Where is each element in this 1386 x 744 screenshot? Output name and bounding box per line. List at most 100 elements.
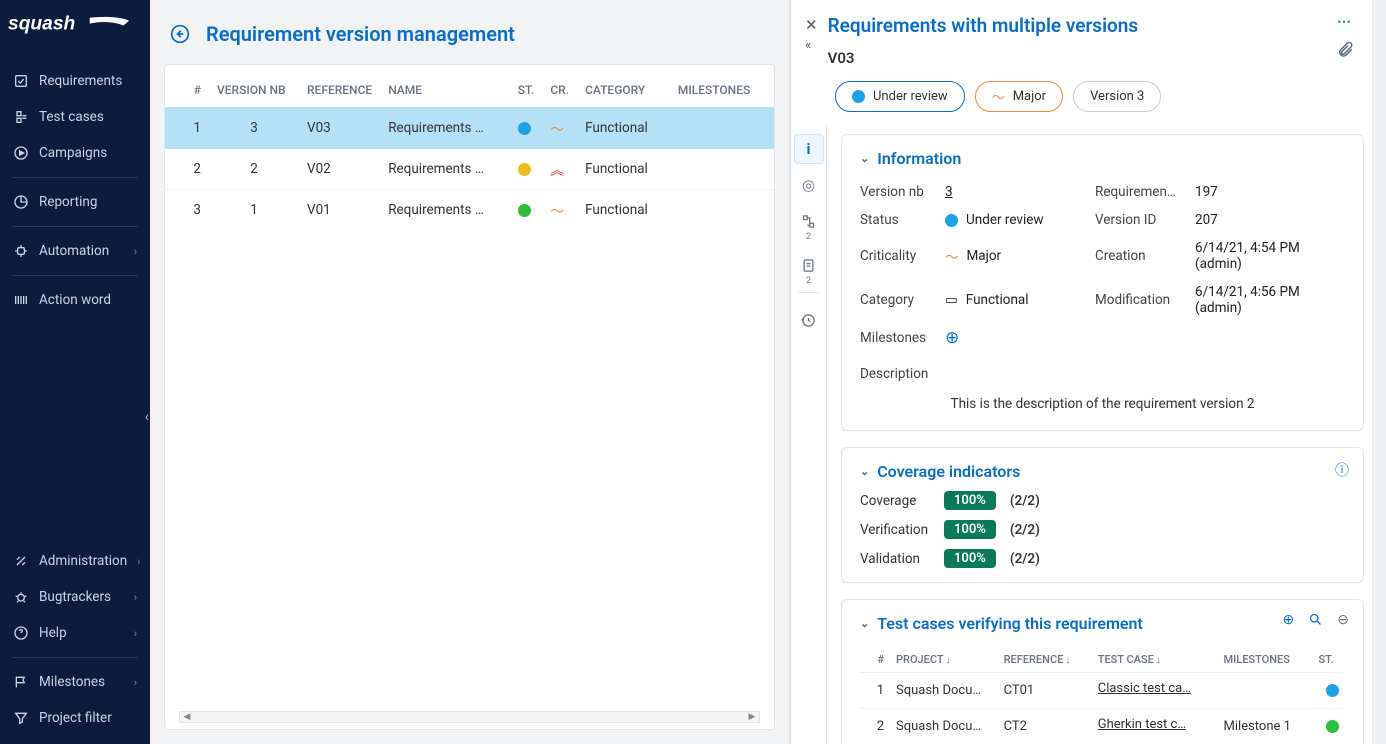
coverage-row: Validation100%(2/2) (860, 549, 1345, 568)
add-testcase-button[interactable]: ⊕ (1283, 612, 1295, 631)
chevron-down-icon: ⌄ (860, 617, 869, 630)
column-header[interactable]: CR. (542, 65, 577, 108)
label-version-nb: Version nb (860, 184, 945, 200)
chevron-down-icon: ⌄ (860, 152, 869, 165)
chevron-down-icon: ⌄ (860, 465, 869, 478)
column-header[interactable]: REFERENCE (299, 65, 380, 108)
coverage-badge: 100% (944, 491, 996, 510)
tab-target-icon[interactable]: ◎ (794, 170, 824, 200)
column-header[interactable]: MILESTONES (670, 65, 774, 108)
column-header[interactable]: REFERENCE↓ (998, 647, 1092, 673)
label-status: Status (860, 212, 945, 228)
column-header[interactable]: # (860, 647, 890, 673)
column-header[interactable]: CATEGORY (577, 65, 670, 108)
status-pill[interactable]: 〜 Major (975, 81, 1063, 112)
coverage-badge: 100% (944, 520, 996, 539)
coverage-card: ⓘ ⌄Coverage indicators Coverage100%(2/2)… (841, 447, 1364, 583)
collapse-sidebar-icon[interactable]: ‹ (143, 405, 151, 429)
label-creation: Creation (1095, 248, 1195, 264)
label-milestones: Milestones (860, 330, 945, 346)
criticality-major-icon: 〜 (550, 118, 564, 138)
testcases-heading[interactable]: ⌄Test cases verifying this requirement (860, 614, 1345, 633)
table-row[interactable]: 2Squash Docu…CT2Gherkin test c…Milestone… (860, 709, 1345, 744)
column-header[interactable]: # (165, 65, 209, 108)
coverage-row: Verification100%(2/2) (860, 520, 1345, 539)
value-description: This is the description of the requireme… (860, 392, 1345, 416)
chevron-right-icon: › (137, 555, 140, 568)
coverage-row: Coverage100%(2/2) (860, 491, 1345, 510)
value-modification: 6/14/21, 4:56 PM (admin) (1195, 284, 1345, 316)
remove-testcase-button[interactable]: ⊖ (1337, 612, 1349, 631)
column-header[interactable]: VERSION NB (209, 65, 299, 108)
pill-label: Version 3 (1090, 89, 1144, 104)
information-card: ⌄Information Version nb 3 Requiremen… 19… (841, 134, 1364, 431)
sidebar-item-requirements[interactable]: Requirements (0, 63, 150, 99)
attachment-icon[interactable] (1336, 40, 1354, 64)
value-requirement: 197 (1195, 184, 1345, 200)
value-version-nb[interactable]: 3 (945, 184, 953, 200)
logo: squash (0, 0, 150, 59)
value-criticality: Major (967, 248, 1002, 264)
detail-panel: ✕ « Requirements with multiple versions … (790, 0, 1386, 744)
back-button[interactable] (170, 24, 190, 44)
status-dot-icon (518, 204, 531, 217)
label-requirement: Requiremen… (1095, 184, 1195, 200)
sidebar-item-help[interactable]: Help› (0, 615, 150, 651)
column-header[interactable]: PROJECT↓ (890, 647, 998, 673)
status-dot-icon (945, 214, 958, 227)
close-icon[interactable]: ✕ (805, 16, 818, 34)
table-row[interactable]: 31V01Requirements …〜Functional (165, 190, 774, 231)
table-row[interactable]: 13V03Requirements …〜Functional (165, 108, 774, 149)
value-creation: 6/14/21, 4:54 PM (admin) (1195, 240, 1345, 272)
sidebar-item-projectfilter[interactable]: Project filter (0, 700, 150, 736)
coverage-heading[interactable]: ⌄Coverage indicators (860, 462, 1345, 481)
sidebar-item-bugtrackers[interactable]: Bugtrackers› (0, 579, 150, 615)
testcase-link[interactable]: Gherkin test c… (1098, 717, 1186, 732)
information-heading[interactable]: ⌄Information (860, 149, 1345, 168)
status-dot-icon (1326, 720, 1339, 733)
column-header[interactable]: ST. (510, 65, 543, 108)
status-pill[interactable]: Under review (835, 81, 965, 112)
collapse-icon[interactable]: « (805, 38, 818, 53)
sidebar-item-campaigns[interactable]: Campaigns (0, 135, 150, 171)
criticality-icon: 〜 (945, 246, 959, 266)
coverage-badge: 100% (944, 549, 996, 568)
sidebar-item-automation[interactable]: Automation› (0, 233, 150, 269)
chevron-right-icon: › (134, 676, 137, 689)
vertical-scrollbar[interactable] (1372, 0, 1386, 744)
add-milestone-button[interactable]: ⊕ (945, 328, 959, 348)
detail-title: Requirements with multiple versions (828, 14, 1352, 37)
middle-panel: Requirement version management #VERSION … (150, 0, 790, 744)
value-category: Functional (966, 292, 1029, 308)
sidebar-item-testcases[interactable]: Test cases (0, 99, 150, 135)
more-icon[interactable]: ⋯ (1337, 14, 1353, 30)
table-row[interactable]: 22V02Requirements …︽Functional (165, 149, 774, 190)
tab-history-icon[interactable] (794, 305, 824, 335)
search-testcase-button[interactable] (1308, 612, 1323, 631)
criticality-major-icon: 〜 (550, 200, 564, 220)
status-pill[interactable]: Version 3 (1073, 81, 1161, 112)
tab-doc-icon[interactable]: 2 (794, 250, 824, 280)
help-icon[interactable]: ⓘ (1335, 460, 1349, 480)
sidebar-item-administration[interactable]: Administration› (0, 543, 150, 579)
tab-tree-icon[interactable]: 2 (794, 206, 824, 236)
column-header[interactable]: MILESTONES (1218, 647, 1313, 673)
label-modification: Modification (1095, 292, 1195, 308)
horizontal-scrollbar[interactable]: ◀▶ (179, 711, 760, 723)
label-category: Category (860, 292, 945, 308)
sidebar-item-actionword[interactable]: Action word (0, 282, 150, 318)
category-icon: ▭ (945, 292, 958, 308)
column-header[interactable]: NAME (380, 65, 510, 108)
status-dot-icon (1326, 684, 1339, 697)
table-row[interactable]: 1Squash Docu…CT01Classic test ca… (860, 673, 1345, 709)
sidebar-item-reporting[interactable]: Reporting (0, 184, 150, 220)
pill-label: Major (1013, 89, 1046, 104)
column-header[interactable]: TEST CASE↓ (1092, 647, 1218, 673)
testcase-link[interactable]: Classic test ca… (1098, 681, 1191, 696)
pill-label: Under review (873, 89, 948, 104)
status-dot-icon (852, 90, 865, 103)
sidebar-item-milestones[interactable]: Milestones› (0, 664, 150, 700)
criticality-major-icon: 〜 (992, 87, 1005, 106)
column-header[interactable]: ST. (1312, 647, 1345, 673)
tab-info-icon[interactable]: i (794, 134, 824, 164)
